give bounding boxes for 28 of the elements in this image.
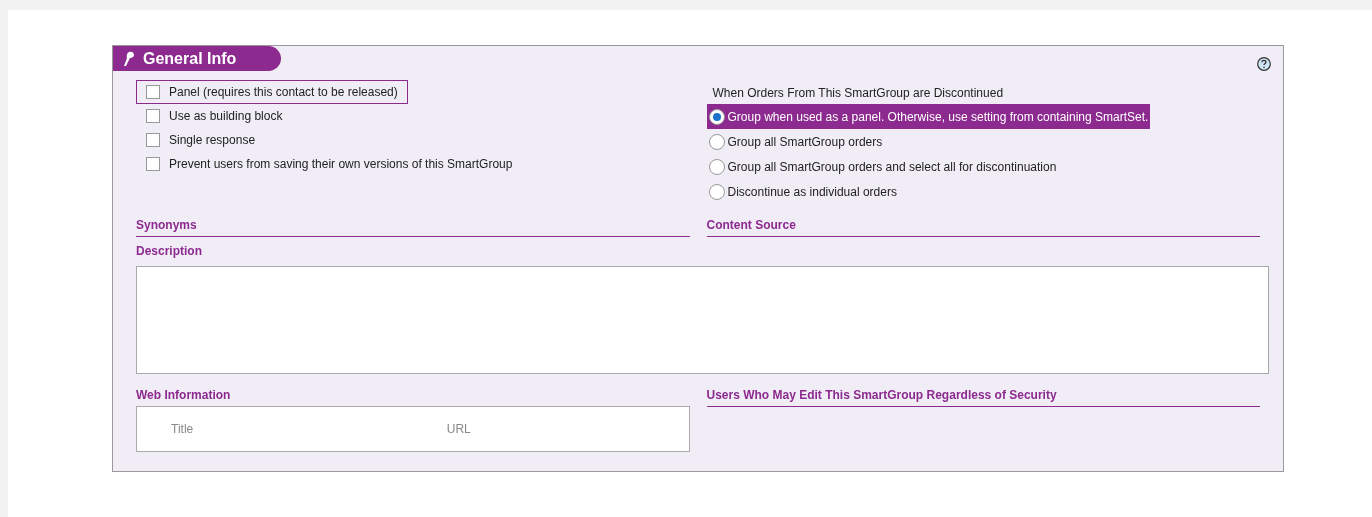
radio-option[interactable]: Group all SmartGroup orders and select all for discontinuation — [706, 154, 1059, 179]
radio-button[interactable] — [708, 133, 725, 150]
checkbox[interactable] — [146, 157, 160, 171]
column-header: URL — [445, 421, 472, 438]
checkbox-option[interactable]: Panel (requires this contact to be released) — [136, 80, 408, 104]
group-label: When Orders From This SmartGroup are Discontinued — [711, 85, 1005, 102]
help-icon[interactable] — [1257, 57, 1271, 71]
radio-button[interactable] — [708, 183, 725, 200]
checkbox-option[interactable]: Single response — [136, 128, 266, 152]
radio-button[interactable] — [708, 158, 725, 175]
checkbox-option[interactable]: Prevent users from saving their own versions of this SmartGroup — [136, 152, 523, 176]
wrench-icon — [121, 50, 135, 67]
radio-option[interactable]: Group all SmartGroup orders — [706, 129, 885, 154]
description-field[interactable] — [136, 266, 1269, 374]
checkbox[interactable] — [146, 109, 160, 123]
section-label: Content Source — [706, 218, 796, 232]
section-label: Web Information — [136, 388, 231, 402]
radio-option[interactable]: Group when used as a panel. Otherwise, use setting from containing SmartSet. — [706, 104, 1151, 129]
column-header: Title — [170, 421, 195, 438]
section-label: Users Who May Edit This SmartGroup Regardless of Security — [706, 388, 1057, 402]
radio-button[interactable] — [708, 108, 725, 125]
checkbox[interactable] — [146, 133, 160, 147]
section-title: General Info — [143, 48, 237, 69]
checkbox-option[interactable]: Use as building block — [136, 104, 293, 128]
section-label: Synonyms — [136, 218, 197, 232]
radio-option[interactable]: Discontinue as individual orders — [706, 179, 899, 204]
checkbox[interactable] — [146, 85, 160, 99]
section-label: Description — [136, 244, 202, 258]
